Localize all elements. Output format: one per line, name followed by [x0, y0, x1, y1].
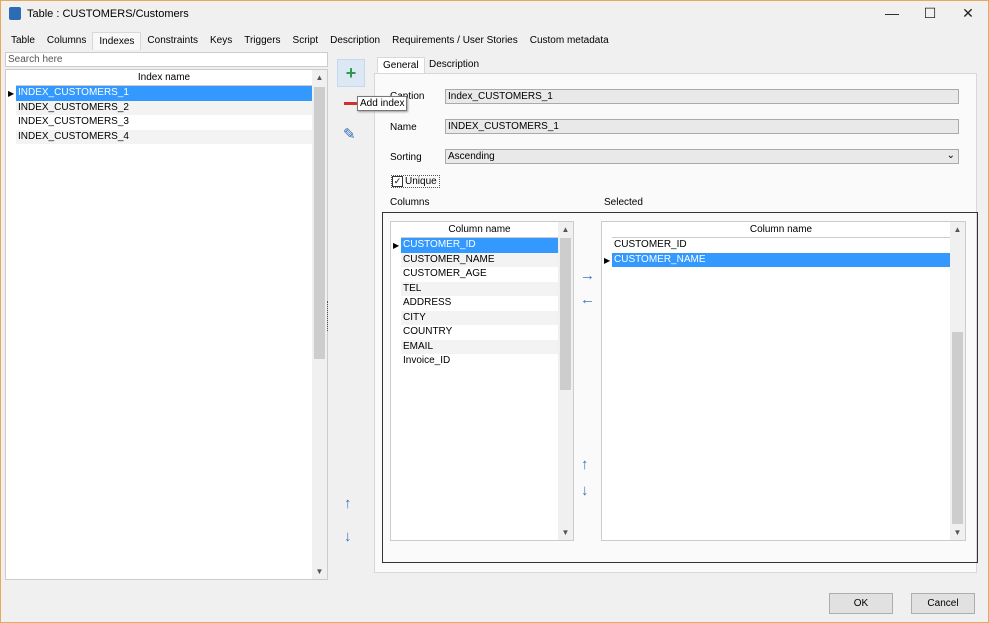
list-item[interactable]: COUNTRY [401, 325, 558, 340]
remove-index-icon[interactable] [344, 102, 358, 105]
add-index-button[interactable]: + [337, 59, 365, 87]
app-icon [9, 7, 21, 20]
columns-label: Columns [390, 197, 430, 208]
list-item[interactable]: INDEX_CUSTOMERS_4 [16, 129, 312, 144]
edit-index-icon[interactable]: ✎ [343, 125, 356, 143]
tab-custom-metadata[interactable]: Custom metadata [524, 32, 615, 50]
tab-requirements-user-stories[interactable]: Requirements / User Stories [386, 32, 524, 50]
unique-checkbox[interactable]: ✓ Unique [391, 175, 440, 188]
row-pointer-icon: ▶ [8, 89, 15, 98]
list-item[interactable]: CUSTOMER_ID [401, 238, 558, 253]
name-field[interactable]: INDEX_CUSTOMERS_1 [445, 119, 959, 134]
list-item[interactable]: Invoice_ID [401, 354, 558, 369]
list-item[interactable]: ADDRESS [401, 296, 558, 311]
minimize-button[interactable]: — [877, 5, 907, 23]
list-item[interactable]: TEL [401, 281, 558, 296]
name-label: Name [390, 122, 417, 133]
maximize-button[interactable]: ☐ [915, 5, 945, 23]
chevron-down-icon: ⌄ [946, 150, 955, 161]
row-pointer-icon: ▶ [604, 255, 611, 265]
add-index-tooltip: Add index [357, 96, 408, 111]
sorting-select[interactable]: Ascending ⌄ [445, 149, 959, 164]
list-item[interactable]: CUSTOMER_NAME [612, 252, 950, 267]
tab-triggers[interactable]: Triggers [238, 32, 286, 50]
index-grid: Index name INDEX_CUSTOMERS_1 ▶ INDEX_CUSTO… [5, 69, 328, 580]
selected-label: Selected [604, 197, 643, 208]
search-input[interactable]: Search here [5, 52, 328, 67]
sorting-label: Sorting [390, 152, 422, 163]
list-item[interactable]: CUSTOMER_ID [612, 238, 950, 253]
move-down-icon[interactable]: ↓ [344, 528, 352, 545]
tab-constraints[interactable]: Constraints [141, 32, 204, 50]
list-item[interactable]: EMAIL [401, 339, 558, 354]
inner-tab-general[interactable]: General [377, 57, 425, 73]
close-button[interactable]: ✕ [953, 5, 983, 23]
list-item[interactable]: INDEX_CUSTOMERS_1 [16, 86, 312, 101]
list-item[interactable]: INDEX_CUSTOMERS_3 [16, 115, 312, 130]
tab-script[interactable]: Script [287, 32, 325, 50]
tab-table[interactable]: Table [5, 32, 41, 50]
splitter-handle[interactable] [327, 301, 330, 331]
index-grid-header: Index name [16, 70, 312, 86]
inner-tab-description[interactable]: Description [429, 59, 479, 70]
column-down-icon[interactable]: ↓ [581, 482, 589, 499]
tab-indexes[interactable]: Indexes [92, 32, 142, 50]
tab-keys[interactable]: Keys [204, 32, 238, 50]
sorting-value: Ascending [448, 151, 495, 162]
columns-grid-scrollbar[interactable]: ▲ ▼ [558, 222, 573, 540]
tab-description[interactable]: Description [324, 32, 386, 50]
selected-grid: Column name CUSTOMER_ID CUSTOMER_NAME ▶ ▲ ▼ [601, 221, 966, 541]
add-column-arrow-icon[interactable]: → [580, 267, 595, 284]
window-title: Table : CUSTOMERS/Customers [27, 8, 189, 20]
list-item[interactable]: INDEX_CUSTOMERS_2 [16, 100, 312, 115]
row-pointer-icon: ▶ [393, 241, 400, 250]
remove-column-arrow-icon[interactable]: ← [580, 291, 595, 308]
caption-field[interactable]: Index_CUSTOMERS_1 [445, 89, 959, 104]
cancel-button[interactable]: Cancel [911, 593, 975, 614]
list-item[interactable]: CUSTOMER_NAME [401, 252, 558, 267]
list-item[interactable]: CUSTOMER_AGE [401, 267, 558, 282]
unique-label: Unique [405, 176, 437, 187]
columns-grid-header: Column name [401, 222, 558, 238]
checkbox-icon: ✓ [392, 176, 403, 187]
list-item[interactable]: CITY [401, 310, 558, 325]
move-up-icon[interactable]: ↑ [344, 495, 352, 512]
ok-button[interactable]: OK [829, 593, 893, 614]
selected-grid-header: Column name [612, 222, 950, 238]
selected-grid-scrollbar[interactable]: ▲ ▼ [950, 222, 965, 540]
tab-columns[interactable]: Columns [41, 32, 92, 50]
column-up-icon[interactable]: ↑ [581, 456, 589, 473]
index-grid-scrollbar[interactable]: ▲ ▼ [312, 70, 327, 579]
main-tabs: Table Columns Indexes Constraints Keys Trigge… [5, 32, 615, 50]
columns-grid: Column name CUSTOMER_ID ▶ CUSTOMER_NAME CUS… [390, 221, 574, 541]
